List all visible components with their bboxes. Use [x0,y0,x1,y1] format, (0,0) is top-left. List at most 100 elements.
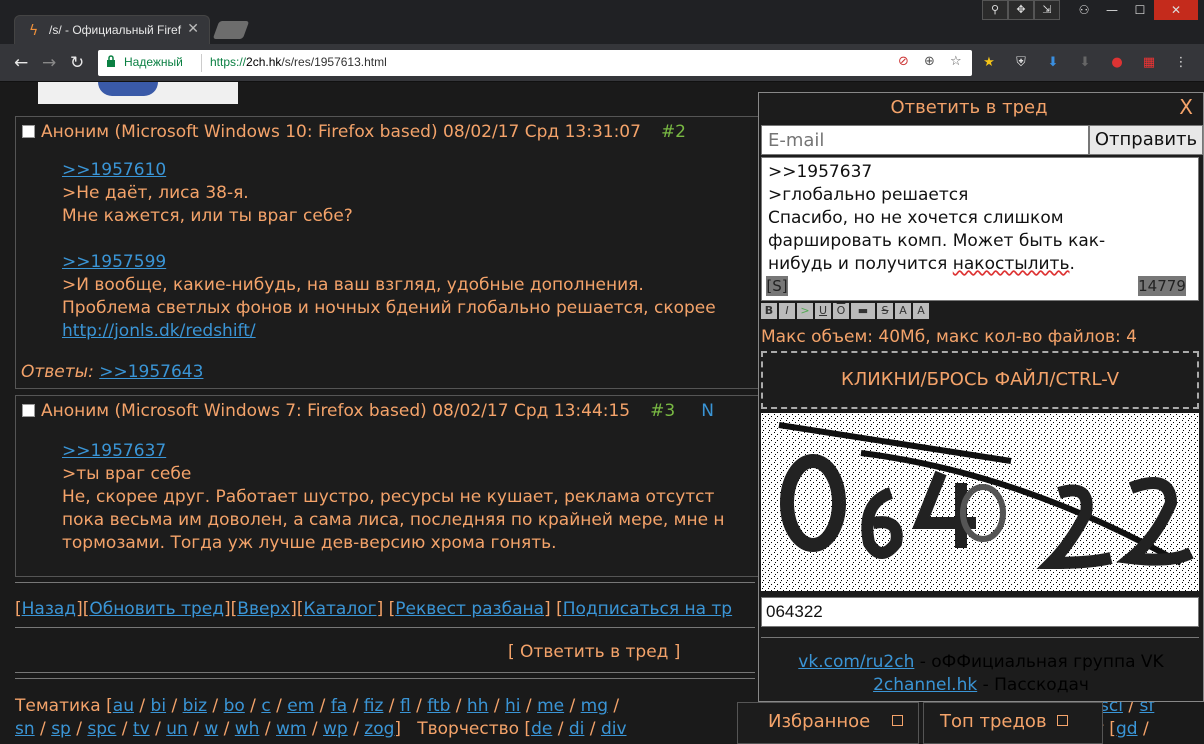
reply-link[interactable]: >>1957599 [62,252,166,272]
window-extra-controls: ⚲ ✥ ⇲ [982,0,1060,20]
board-link-di[interactable]: di [569,719,585,739]
superscript-button[interactable]: A [895,303,911,319]
strike-button[interactable]: S [877,303,893,319]
board-link-w[interactable]: w [204,719,218,739]
blocked-icon[interactable]: ⊘ [898,54,909,69]
board-link-un[interactable]: un [166,719,188,739]
board-link-bi[interactable]: bi [151,696,167,716]
board-link-fa[interactable]: fa [331,696,347,716]
window-arrange-icon[interactable]: ⇲ [1034,0,1060,20]
board-link-sn[interactable]: sn [15,719,35,739]
answers-label: Ответы: [21,362,94,382]
board-link-sp[interactable]: sp [51,719,71,739]
panel-footer-links: vk.com/ru2ch - оФФициальная группа VK 2c… [759,651,1203,697]
board-link-gd[interactable]: gd [1116,719,1138,739]
overline-button[interactable]: O [833,303,849,319]
reply-link[interactable]: >>1957637 [62,441,166,461]
reply-thread-button[interactable]: [ Ответить в тред ] [508,642,680,662]
refresh-thread-link[interactable]: Обновить тред [89,599,224,619]
captcha-image[interactable] [761,413,1199,591]
board-link-de[interactable]: de [531,719,552,739]
bookmarks-star-icon[interactable]: ★ [980,54,998,72]
new-tab-button[interactable] [212,21,250,39]
vk-group-link[interactable]: vk.com/ru2ch [798,652,914,672]
address-bar[interactable]: Надежный https://2ch.hk/s/res/1957613.ht… [98,50,972,76]
spoiler-button[interactable]: [S] [766,276,788,296]
up-link[interactable]: Вверх [237,599,290,619]
post-number[interactable]: #2 [661,122,686,142]
forward-arrow-icon[interactable]: → [42,53,56,73]
bookmark-star-icon[interactable]: ☆ [950,54,962,69]
op-image-thumbnail[interactable] [38,82,238,104]
extension-red-icon[interactable]: ● [1108,54,1126,72]
reply-panel-title[interactable]: Ответить в тред [759,97,1179,118]
unban-request-link[interactable]: Реквест разбана [395,599,544,619]
post-checkbox[interactable] [22,125,35,138]
board-link-em[interactable]: em [287,696,314,716]
board-link-c[interactable]: c [261,696,270,716]
profile-icon[interactable]: ⚇ [1070,0,1098,20]
board-link-bo[interactable]: bo [224,696,245,716]
post-text-line: Не, скорее друг. Работает шустро, ресурс… [62,487,715,507]
download-disabled-icon[interactable]: ⬇ [1076,54,1094,72]
board-link-mg[interactable]: mg [581,696,608,716]
download-icon[interactable]: ⬇ [1044,54,1062,72]
board-link-au[interactable]: au [113,696,134,716]
passcode-link[interactable]: 2channel.hk [873,675,977,695]
post: Аноним (Microsoft Windows 7: Firefox bas… [15,395,775,577]
message-textarea[interactable]: >>1957637 >глобально решается Спасибо, н… [761,157,1199,301]
bold-button[interactable]: B [761,303,777,319]
external-link[interactable]: http://jonls.dk/redshift/ [62,321,256,341]
menu-icon[interactable]: ⋮ [1172,54,1190,72]
send-button[interactable]: Отправить [1089,125,1203,155]
email-field[interactable] [761,125,1089,155]
back-link[interactable]: Назад [22,599,76,619]
italic-button[interactable]: I [779,303,795,319]
back-arrow-icon[interactable]: ← [14,53,28,73]
post-text-line: >И вообще, какие-нибудь, на ваш взгляд, … [62,275,644,295]
reload-icon[interactable]: ↻ [70,53,84,73]
answer-link[interactable]: >>1957643 [99,362,203,382]
quote-button[interactable]: > [797,303,813,319]
post-author-date: Аноним (Microsoft Windows 7: Firefox bas… [41,401,631,421]
board-link-spc[interactable]: spc [87,719,116,739]
board-link-div[interactable]: div [601,719,627,739]
minimize-icon[interactable]: — [1098,0,1126,20]
captcha-input[interactable] [761,597,1199,627]
catalog-link[interactable]: Каталог [304,599,377,619]
board-link-hi[interactable]: hi [505,696,521,716]
board-link-wh[interactable]: wh [235,719,260,739]
maximize-icon[interactable]: ☐ [1126,0,1154,20]
board-link-me[interactable]: me [537,696,564,716]
board-link-biz[interactable]: biz [183,696,207,716]
underline-button[interactable]: U [815,303,831,319]
board-link-fiz[interactable]: fiz [364,696,384,716]
spoiler-format-button[interactable]: ▬ [851,303,875,319]
favorites-tab[interactable]: Избранное [737,702,919,744]
close-window-icon[interactable]: ✕ [1154,0,1198,20]
board-link-tv[interactable]: tv [133,719,150,739]
extension-flag-icon[interactable]: ▦ [1140,54,1158,72]
top-threads-tab[interactable]: Топ тредов [923,702,1103,744]
board-link-ftb[interactable]: ftb [427,696,450,716]
board-link-hh[interactable]: hh [467,696,489,716]
subscript-button[interactable]: A [913,303,929,319]
tab-close-icon[interactable]: ✕ [187,21,199,37]
post-number[interactable]: #3 [650,401,675,421]
post-header: Аноним (Microsoft Windows 10: Firefox ba… [22,122,686,142]
subscribe-link[interactable]: Подписаться на тр [563,599,732,619]
board-link-zog[interactable]: zog [364,719,394,739]
board-link-wm[interactable]: wm [276,719,306,739]
post-checkbox[interactable] [22,404,35,417]
board-link-wp[interactable]: wp [323,719,348,739]
move-icon[interactable]: ✥ [1008,0,1034,20]
board-link-fl[interactable]: fl [400,696,411,716]
reply-link[interactable]: >>1957610 [62,160,166,180]
browser-tab-active[interactable]: ϟ /s/ - Официальный Firef ✕ [14,15,210,45]
file-dropzone[interactable]: КЛИКНИ/БРОСЬ ФАЙЛ/CTRL-V [761,351,1199,409]
zoom-icon[interactable]: ⊕ [924,54,935,69]
shield-icon[interactable]: ⛨ [1012,54,1030,72]
pin-icon[interactable]: ⚲ [982,0,1008,20]
reply-panel-close-button[interactable]: X [1179,95,1193,119]
